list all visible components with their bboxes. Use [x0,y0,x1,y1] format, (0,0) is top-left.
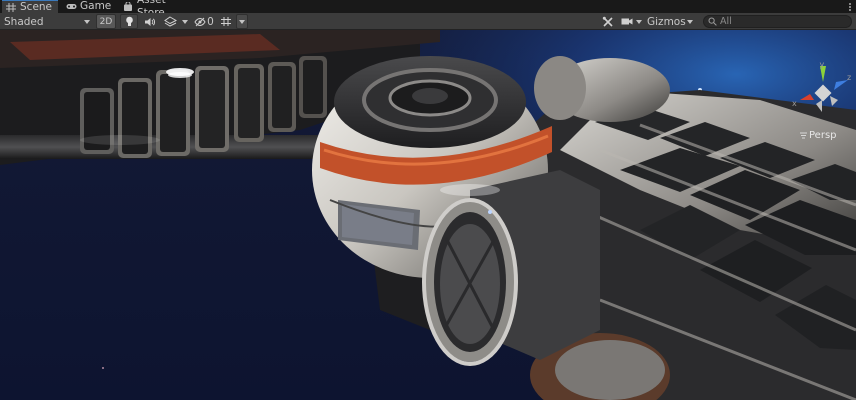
gizmos-button[interactable]: Gizmos [646,14,686,29]
chevron-down-icon [687,19,693,24]
tab-game[interactable]: Game [62,0,118,13]
eye-slash-icon [194,17,206,26]
hidden-objects-toggle[interactable]: 0 [192,14,216,29]
scene-toolbar: Shaded 2D 0 Gizmos [0,13,856,30]
camera-dropdown-arrow[interactable] [634,14,644,29]
lightbulb-icon [125,16,133,26]
camera-button[interactable] [620,14,634,29]
grid-icon [221,17,231,26]
chevron-down-icon [239,19,245,24]
scene-viewport[interactable]: y x z Persp [0,30,856,400]
toggle-2d-button[interactable]: 2D [96,14,116,29]
grid-dropdown-arrow[interactable] [236,14,248,29]
gizmo-x-label: x [792,99,797,108]
orientation-gizmo[interactable]: y x z [792,60,854,118]
effects-dropdown-arrow[interactable] [180,14,190,29]
tab-asset-store[interactable]: Asset Store [119,0,193,19]
gamepad-icon [66,2,77,11]
tab-scene-label: Scene [20,0,53,13]
draw-mode-dropdown[interactable]: Shaded [2,14,92,29]
audio-toggle-button[interactable] [140,14,158,29]
tab-game-label: Game [80,0,112,12]
gizmos-label: Gizmos [647,15,686,28]
wrench-cross-icon [602,16,613,27]
gizmo-y-label: y [820,60,825,69]
draw-mode-value: Shaded [4,15,44,28]
tab-scene[interactable]: Scene [2,0,58,13]
search-input[interactable] [720,16,840,27]
toggle-2d-label: 2D [99,16,113,27]
gizmo-x-axis-cone[interactable] [800,94,814,100]
lighting-toggle-button[interactable] [120,14,138,29]
chevron-down-icon [182,19,188,24]
perspective-icon [800,132,807,139]
search-icon [708,17,717,26]
shopping-bag-icon [123,1,133,11]
chevron-down-icon [84,19,90,24]
layers-effects-icon [163,16,177,27]
scene-render [0,30,856,400]
grid-toggle-button[interactable] [218,14,234,29]
projection-label: Persp [809,130,837,141]
gizmo-z-label: z [847,73,851,82]
effects-toggle-button[interactable] [160,14,180,29]
gizmo-z-axis-cone[interactable] [834,80,848,90]
speaker-icon [144,17,155,26]
editor-tab-strip: Scene Game Asset Store [0,0,856,19]
gizmos-dropdown-arrow[interactable] [684,14,696,29]
hidden-objects-count: 0 [207,15,214,28]
chevron-down-icon [636,19,642,24]
scene-search-field[interactable] [703,15,852,28]
tab-menu-kebab-icon[interactable] [847,0,853,13]
camera-icon [621,18,633,25]
tools-button[interactable] [599,14,617,29]
projection-toggle[interactable]: Persp [800,130,837,141]
hash-icon [6,2,16,12]
